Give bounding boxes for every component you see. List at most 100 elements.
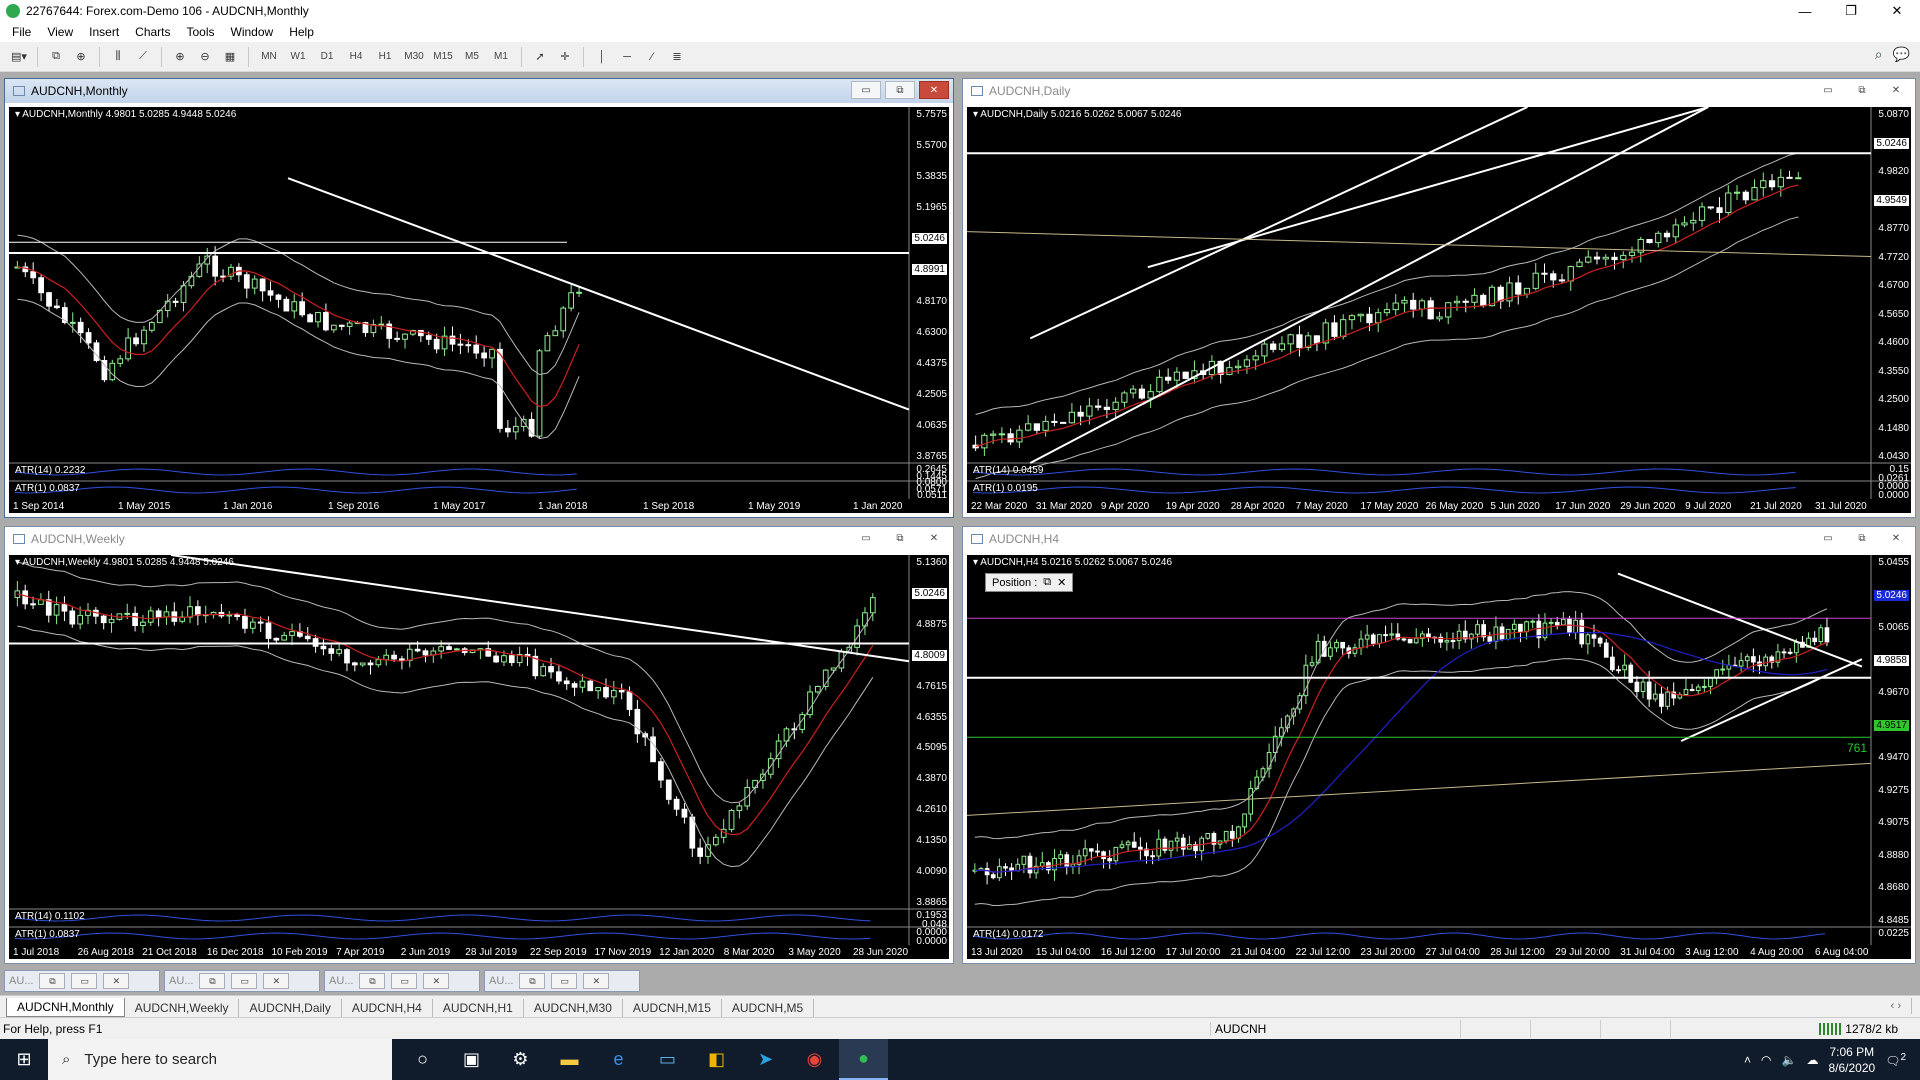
chart-maximize-button[interactable]: ⧉: [885, 529, 915, 547]
chart-window-titlebar[interactable]: AUDCNH,H4 ▭ ⧉ ✕: [963, 527, 1915, 551]
maximize-icon[interactable]: ▭: [71, 973, 98, 989]
close-icon[interactable]: ✕: [423, 973, 450, 989]
notifications-icon[interactable]: 🗨2: [1885, 1052, 1906, 1068]
minimized-window[interactable]: AU... ⧉ ▭ ✕: [484, 970, 640, 992]
volume-icon[interactable]: 🔈: [1782, 1053, 1797, 1067]
autoscroll-icon[interactable]: ⟋: [132, 46, 154, 68]
maximize-icon[interactable]: ▭: [391, 973, 418, 989]
chart-maximize-button[interactable]: ⧉: [885, 81, 915, 99]
chart-plot-area[interactable]: ▾ AUDCNH,Weekly 4.9801 5.0285 4.9448 5.0…: [9, 555, 949, 959]
crosshair-tool-icon[interactable]: ✛: [554, 46, 576, 68]
chart-minimize-button[interactable]: ▭: [851, 529, 881, 547]
timeframe-m5[interactable]: M5: [459, 46, 485, 68]
restore-icon[interactable]: ⧉: [39, 973, 66, 989]
new-chart-icon[interactable]: ▤▾: [8, 46, 30, 68]
menu-charts[interactable]: Charts: [127, 25, 178, 39]
restore-icon[interactable]: ⧉: [1043, 576, 1051, 589]
close-icon[interactable]: ✕: [263, 973, 290, 989]
menu-file[interactable]: File: [4, 25, 39, 39]
chart-plot-area[interactable]: Position : ⧉ ✕ ▾ AUDCNH,H4 5.0216 5.0262…: [967, 555, 1911, 959]
chart-window-titlebar[interactable]: AUDCNH,Daily ▭ ⧉ ✕: [963, 79, 1915, 103]
zoom-out-icon[interactable]: ⊖: [194, 46, 216, 68]
tab-weekly[interactable]: AUDCNH,Weekly: [125, 999, 240, 1017]
close-icon[interactable]: ✕: [583, 973, 610, 989]
minimize-button[interactable]: —: [1782, 0, 1828, 22]
timeframe-m15[interactable]: M15: [430, 46, 456, 68]
chart-window-titlebar[interactable]: AUDCNH,Weekly ▭ ⧉ ✕: [5, 527, 953, 551]
profiles-icon[interactable]: ⧉: [45, 46, 67, 68]
tab-m5[interactable]: AUDCNH,M5: [722, 999, 815, 1017]
tab-daily[interactable]: AUDCNH,Daily: [239, 999, 342, 1017]
connection-status[interactable]: 1278/2 kb: [1819, 1022, 1898, 1036]
maximize-icon[interactable]: ▭: [231, 973, 258, 989]
chart-close-button[interactable]: ✕: [919, 81, 949, 99]
remote-desktop-icon[interactable]: ▭: [643, 1039, 692, 1080]
menu-view[interactable]: View: [39, 25, 81, 39]
tile-windows-icon[interactable]: ▦: [219, 46, 241, 68]
onedrive-icon[interactable]: ☁: [1806, 1053, 1818, 1067]
chart-minimize-button[interactable]: ▭: [851, 81, 881, 99]
network-icon[interactable]: ◠: [1761, 1053, 1771, 1067]
cortana-icon[interactable]: ○: [398, 1039, 447, 1080]
close-button[interactable]: ✕: [1874, 0, 1920, 22]
tab-h4[interactable]: AUDCNH,H4: [342, 999, 433, 1017]
chart-window-monthly[interactable]: AUDCNH,Monthly ▭ ⧉ ✕ ▾ AUDCNH,Monthly 4.…: [4, 78, 954, 518]
tab-monthly[interactable]: AUDCNH,Monthly: [6, 998, 125, 1017]
maximize-icon[interactable]: ▭: [551, 973, 578, 989]
minimized-window[interactable]: AU... ⧉ ▭ ✕: [164, 970, 320, 992]
chrome-icon[interactable]: ◉: [790, 1039, 839, 1080]
chart-window-weekly[interactable]: AUDCNH,Weekly ▭ ⧉ ✕ ▾ AUDCNH,Weekly 4.98…: [4, 526, 954, 964]
chart-close-button[interactable]: ✕: [1881, 81, 1911, 99]
timeframe-mn[interactable]: MN: [256, 46, 282, 68]
tab-scroll-arrows[interactable]: ‹ ›: [1881, 998, 1912, 1014]
timeframe-d1[interactable]: D1: [314, 46, 340, 68]
vertical-line-icon[interactable]: │: [591, 46, 613, 68]
menu-window[interactable]: Window: [223, 25, 282, 39]
position-panel[interactable]: Position : ⧉ ✕: [985, 573, 1074, 592]
tab-m15[interactable]: AUDCNH,M15: [623, 999, 722, 1017]
chart-maximize-button[interactable]: ⧉: [1847, 529, 1877, 547]
close-icon[interactable]: ✕: [1057, 576, 1066, 589]
chart-close-button[interactable]: ✕: [1881, 529, 1911, 547]
close-icon[interactable]: ✕: [103, 973, 130, 989]
zoom-in-icon[interactable]: ⊕: [169, 46, 191, 68]
tray-chevron-icon[interactable]: ˄: [1744, 1053, 1751, 1067]
windows-start-icon[interactable]: ⊞: [0, 1039, 48, 1080]
telegram-icon[interactable]: ➤: [741, 1039, 790, 1080]
trading-app-icon[interactable]: ●: [839, 1039, 888, 1080]
restore-icon[interactable]: ⧉: [359, 973, 386, 989]
channel-icon[interactable]: ≣: [666, 46, 688, 68]
chart-window-h4[interactable]: AUDCNH,H4 ▭ ⧉ ✕ Position : ⧉ ✕ ▾ AUDCNH,…: [962, 526, 1916, 964]
trendline-icon[interactable]: ⁄: [641, 46, 663, 68]
chart-minimize-button[interactable]: ▭: [1813, 529, 1843, 547]
timeframe-h4[interactable]: H4: [343, 46, 369, 68]
horizontal-line-icon[interactable]: ─: [616, 46, 638, 68]
timeframe-m30[interactable]: M30: [401, 46, 427, 68]
menu-tools[interactable]: Tools: [179, 25, 223, 39]
menu-insert[interactable]: Insert: [81, 25, 127, 39]
minimized-window[interactable]: AU... ⧉ ▭ ✕: [4, 970, 160, 992]
minimized-window[interactable]: AU... ⧉ ▭ ✕: [324, 970, 480, 992]
chart-plot-area[interactable]: ▾ AUDCNH,Monthly 4.9801 5.0285 4.9448 5.…: [9, 107, 949, 513]
search-icon[interactable]: ⌕: [1875, 46, 1883, 63]
restore-icon[interactable]: ⧉: [199, 973, 226, 989]
crosshair-icon[interactable]: ⊕: [70, 46, 92, 68]
timeframe-m1[interactable]: M1: [488, 46, 514, 68]
slides-app-icon[interactable]: ◧: [692, 1039, 741, 1080]
chart-plot-area[interactable]: ▾ AUDCNH,Daily 5.0216 5.0262 5.0067 5.02…: [967, 107, 1911, 513]
restore-button[interactable]: ❐: [1828, 0, 1874, 22]
settings-app-icon[interactable]: ⚙: [496, 1039, 545, 1080]
task-view-icon[interactable]: ▣: [447, 1039, 496, 1080]
timeframe-h1[interactable]: H1: [372, 46, 398, 68]
taskbar-clock[interactable]: 7:06 PM 8/6/2020: [1828, 1044, 1875, 1076]
timeframe-w1[interactable]: W1: [285, 46, 311, 68]
taskbar-search[interactable]: ⌕ Type here to search: [48, 1039, 392, 1080]
chat-icon[interactable]: 💬: [1893, 46, 1910, 63]
menu-help[interactable]: Help: [281, 25, 322, 39]
chart-window-titlebar[interactable]: AUDCNH,Monthly ▭ ⧉ ✕: [5, 79, 953, 103]
chart-window-daily[interactable]: AUDCNH,Daily ▭ ⧉ ✕ ▾ AUDCNH,Daily 5.0216…: [962, 78, 1916, 518]
tab-h1[interactable]: AUDCNH,H1: [433, 999, 524, 1017]
chart-close-button[interactable]: ✕: [919, 529, 949, 547]
edge-browser-icon[interactable]: e: [594, 1039, 643, 1080]
tab-m30[interactable]: AUDCNH,M30: [524, 999, 623, 1017]
